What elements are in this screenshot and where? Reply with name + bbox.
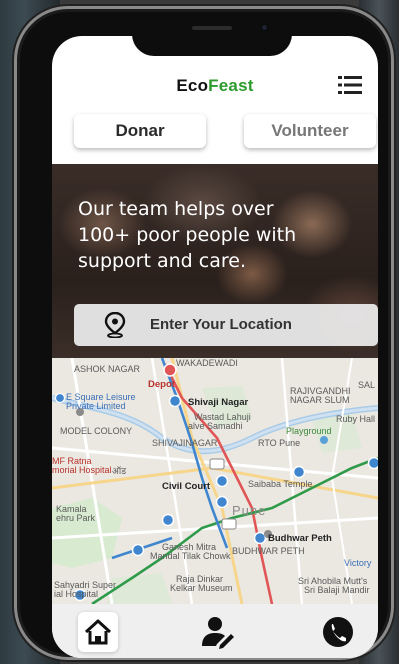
map-label-rto-pune: RTO Pune — [258, 438, 301, 448]
hero-line-3: support and care. — [78, 250, 246, 272]
map-label-shivaji-nagar: Shivaji Nagar — [188, 397, 249, 408]
map-label-wakadewadi: WAKADEWADI — [176, 358, 238, 368]
nav-profile-button[interactable] — [198, 612, 238, 652]
map-label-salve-samadhi: alve Samadhi — [188, 421, 243, 431]
map-label-depot: Depot — [148, 379, 175, 390]
location-button-label: Enter Your Location — [150, 316, 292, 333]
bottom-navigation — [52, 604, 378, 658]
hamburger-menu-icon[interactable] — [338, 74, 362, 96]
map-pin-icon — [104, 312, 126, 338]
map-label-kelkar-museum: Kelkar Museum — [170, 583, 233, 593]
tab-volunteer[interactable]: Volunteer — [244, 114, 376, 148]
map-label-ruby-hall: Ruby Hall C — [336, 414, 378, 424]
map-label-budhwar-peth: Budhwar Peth — [268, 533, 332, 544]
map-label-playground: Playground — [286, 426, 332, 436]
map-label-memorial-hospital: morial Hospital — [52, 465, 112, 475]
map-label-civil-court: Civil Court — [162, 481, 211, 492]
app-screen: EcoFeast Donar Volunteer Our team helps … — [52, 36, 378, 658]
front-camera — [260, 23, 269, 32]
map-label-victory: Victory — [344, 558, 372, 568]
map-label-nagar-slum: NAGAR SLUM — [290, 395, 350, 405]
brand-feast: Feast — [208, 76, 254, 95]
home-icon — [84, 619, 112, 645]
speaker-grille — [192, 26, 232, 30]
map-label-sal: SAL — [358, 380, 376, 390]
map-label-nehru-park: ehru Park — [56, 513, 96, 523]
map-label-budhwar-peth-small: BUDHWAR PETH — [232, 546, 305, 556]
hero-tagline: Our team helps over 100+ poor people wit… — [78, 196, 338, 274]
phone-icon — [323, 617, 353, 647]
map-label-sri-balaji: Sri Balaji Mandir — [304, 585, 370, 595]
map-label-saibaba-temple: Saibaba Temple — [248, 479, 313, 489]
user-edit-icon — [202, 617, 234, 649]
hero-banner: Our team helps over 100+ poor people wit… — [52, 164, 378, 358]
phone-frame: EcoFeast Donar Volunteer Our team helps … — [14, 6, 394, 660]
hero-line-2: 100+ poor people with — [78, 224, 297, 246]
nav-home-button[interactable] — [78, 612, 118, 652]
nav-call-button[interactable] — [318, 612, 358, 652]
map-label-shivajinagar: SHIVAJINAGAR — [152, 438, 218, 448]
app-header: EcoFeast — [52, 66, 378, 108]
map-label-hospital: ial Hospital — [54, 589, 99, 599]
tab-donar[interactable]: Donar — [74, 114, 206, 148]
map-label-private-limited: Private Limited — [66, 401, 126, 411]
role-tabs: Donar Volunteer — [52, 114, 378, 154]
phone-notch — [132, 20, 292, 56]
map-label-mandal-tilak: Mandal Tilak Chowk — [150, 551, 231, 561]
map-label-pune: Pune — [232, 503, 267, 518]
city-map[interactable]: ASHOK NAGAR WAKADEWADI Depot E Square Le… — [52, 358, 378, 604]
map-label-ashok-nagar: ASHOK NAGAR — [74, 364, 141, 374]
map-label-area: ऑड — [112, 466, 127, 476]
map-label-model-colony: MODEL COLONY — [60, 426, 133, 436]
app-logo: EcoFeast — [52, 76, 378, 96]
hero-line-1: Our team helps over — [78, 198, 274, 220]
brand-eco: Eco — [176, 76, 209, 95]
enter-location-button[interactable]: Enter Your Location — [74, 304, 378, 346]
